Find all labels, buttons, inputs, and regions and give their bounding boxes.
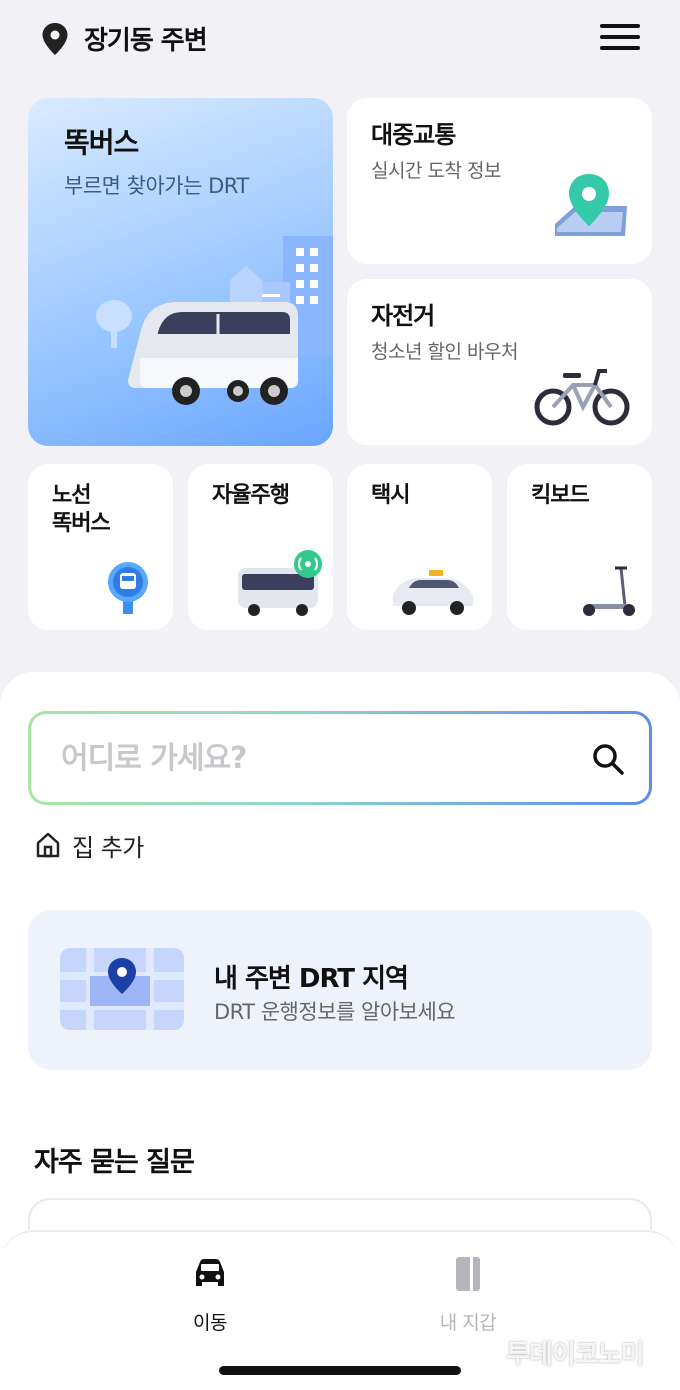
add-home-label: 집 추가	[72, 833, 144, 862]
home-indicator	[219, 1366, 461, 1375]
bus-stop-icon	[108, 562, 148, 614]
tab-wallet-label: 내 지갑	[439, 1312, 497, 1334]
minivan-city-icon	[96, 236, 333, 405]
bicycle-icon	[534, 369, 630, 426]
map-icon	[60, 948, 184, 1030]
bicycle-title: 자전거	[371, 302, 435, 330]
taxi-card[interactable]: 택시	[347, 464, 492, 630]
route-ddokbus-card[interactable]: 노선 똑버스	[28, 464, 173, 630]
bicycle-card[interactable]: 자전거 청소년 할인 바우처	[347, 279, 652, 445]
search-box[interactable]	[28, 711, 652, 805]
drt-area-title: 내 주변 DRT 지역	[214, 964, 409, 994]
public-transit-title: 대중교통	[371, 121, 456, 149]
bicycle-subtitle: 청소년 할인 바우처	[371, 341, 518, 363]
location-title[interactable]: 장기동 주변	[84, 20, 208, 57]
autonomous-card[interactable]: 자율주행	[188, 464, 333, 630]
ddokbus-title: 똑버스	[64, 126, 139, 159]
autonomous-title: 자율주행	[212, 483, 290, 508]
search-icon[interactable]	[591, 742, 625, 776]
kickboard-icon	[583, 566, 635, 616]
route-ddokbus-title-line2: 똑버스	[52, 511, 111, 536]
tab-wallet[interactable]: 내 지갑	[408, 1254, 528, 1335]
drt-area-card[interactable]: 내 주변 DRT 지역 DRT 운행정보를 알아보세요	[28, 910, 652, 1070]
home-icon	[36, 832, 60, 858]
drt-area-subtitle: DRT 운행정보를 알아보세요	[214, 1000, 456, 1024]
taxi-icon	[393, 570, 473, 615]
taxi-title: 택시	[371, 483, 410, 508]
tab-move-label: 이동	[193, 1312, 227, 1334]
ddokbus-subtitle: 부르면 찾아가는 DRT	[64, 174, 249, 198]
car-icon	[196, 1259, 224, 1286]
location-pin-icon	[42, 23, 68, 55]
kickboard-card[interactable]: 킥보드	[507, 464, 652, 630]
hamburger-menu-icon[interactable]	[600, 24, 640, 56]
faq-title: 자주 묻는 질문	[34, 1147, 195, 1178]
kickboard-title: 킥보드	[531, 483, 590, 508]
public-transit-card[interactable]: 대중교통 실시간 도착 정보	[347, 98, 652, 264]
map-pin-icon	[555, 174, 627, 236]
route-ddokbus-title-line1: 노선	[52, 483, 91, 508]
search-input[interactable]	[61, 738, 561, 778]
tab-move[interactable]: 이동	[150, 1254, 270, 1335]
watermark-logo: 투데이코노미	[506, 1340, 645, 1370]
wallet-card-icon	[456, 1257, 480, 1291]
autonomous-bus-icon	[238, 550, 322, 616]
add-home-button[interactable]: 집 추가	[34, 828, 144, 862]
ddokbus-card[interactable]: 똑버스 부르면 찾아가는 DRT	[28, 98, 333, 446]
header: 장기동 주변	[0, 0, 680, 80]
public-transit-subtitle: 실시간 도착 정보	[371, 160, 501, 182]
